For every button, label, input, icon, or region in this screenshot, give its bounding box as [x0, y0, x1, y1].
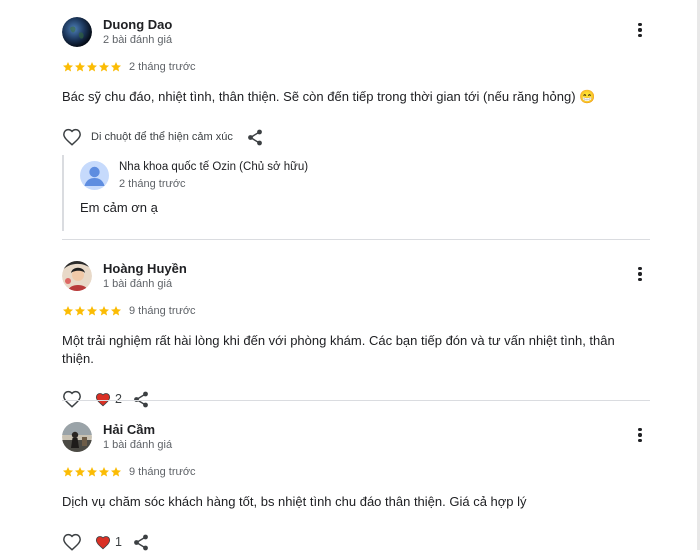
review-actions: Di chuột để thể hiện cảm xúc [62, 126, 650, 148]
like-count: 2 [115, 392, 122, 406]
more-vert-icon[interactable] [630, 264, 650, 284]
star-icon [63, 62, 73, 72]
reviewer-name[interactable]: Hoàng Huyền [103, 261, 187, 276]
rating: 9 tháng trước [62, 304, 650, 318]
reaction-hint: Di chuột để thể hiện cảm xúc [91, 131, 233, 143]
review-text: Bác sỹ chu đáo, nhiệt tình, thân thiện. … [62, 89, 596, 104]
heart-filled-icon[interactable] [95, 535, 111, 550]
star-rating [62, 466, 122, 478]
review-time: 2 tháng trước [129, 61, 196, 73]
reviewer-name[interactable]: Hải Cầm [103, 422, 155, 437]
heart-outline-icon[interactable] [62, 533, 82, 551]
review-count: 2 bài đánh giá [103, 34, 173, 46]
owner-name: Nha khoa quốc tế Ozin (Chủ sở hữu) [119, 161, 309, 173]
star-icon [87, 306, 97, 316]
star-icon [99, 62, 109, 72]
star-icon [63, 467, 73, 477]
divider [62, 400, 650, 401]
owner-reply: Nha khoa quốc tế Ozin (Chủ sở hữu) 2 thá… [62, 155, 604, 231]
more-vert-icon[interactable] [630, 20, 650, 40]
heart-outline-icon[interactable] [62, 128, 82, 146]
star-icon [99, 306, 109, 316]
owner-reply-time: 2 tháng trước [119, 178, 186, 190]
star-icon [111, 306, 121, 316]
avatar[interactable] [62, 261, 92, 291]
reviewer-name[interactable]: Duong Dao [103, 17, 172, 32]
share-icon[interactable] [247, 129, 263, 146]
star-icon [63, 306, 73, 316]
avatar[interactable] [62, 17, 92, 47]
star-icon [87, 467, 97, 477]
review-card: Duong Dao 2 bài đánh giá 2 tháng trước B… [62, 14, 650, 148]
star-icon [75, 62, 85, 72]
owner-avatar[interactable] [80, 161, 109, 190]
star-icon [75, 467, 85, 477]
review-header: Duong Dao 2 bài đánh giá [62, 14, 650, 60]
star-rating [62, 305, 122, 317]
rating: 2 tháng trước [62, 60, 650, 74]
share-icon[interactable] [133, 391, 149, 408]
review-text: Dịch vụ chăm sóc khách hàng tốt, bs nhiệ… [62, 494, 527, 509]
star-icon [75, 306, 85, 316]
like-count: 1 [115, 535, 122, 549]
review-text: Một trải nghiệm rất hài lòng khi đến với… [62, 333, 615, 366]
review-time: 9 tháng trước [129, 466, 196, 478]
review-count: 1 bài đánh giá [103, 278, 173, 290]
review-header: Hoàng Huyền 1 bài đánh giá [62, 258, 650, 304]
star-icon [111, 467, 121, 477]
rating: 9 tháng trước [62, 465, 650, 479]
heart-outline-icon[interactable] [62, 390, 82, 408]
review-header: Hải Cầm 1 bài đánh giá [62, 419, 650, 465]
review-count: 1 bài đánh giá [103, 439, 173, 451]
star-icon [87, 62, 97, 72]
review-card: Hải Cầm 1 bài đánh giá 9 tháng trước Dịc… [62, 419, 650, 553]
heart-filled-icon[interactable] [95, 392, 111, 407]
star-icon [99, 467, 109, 477]
review-actions: 2 [62, 388, 650, 410]
owner-reply-text: Em cảm ơn ạ [80, 200, 158, 215]
review-time: 9 tháng trước [129, 305, 196, 317]
review-card: Hoàng Huyền 1 bài đánh giá 9 tháng trước… [62, 258, 650, 410]
divider [62, 239, 650, 240]
avatar[interactable] [62, 422, 92, 452]
more-vert-icon[interactable] [630, 425, 650, 445]
star-icon [111, 62, 121, 72]
star-rating [62, 61, 122, 73]
share-icon[interactable] [133, 534, 149, 551]
